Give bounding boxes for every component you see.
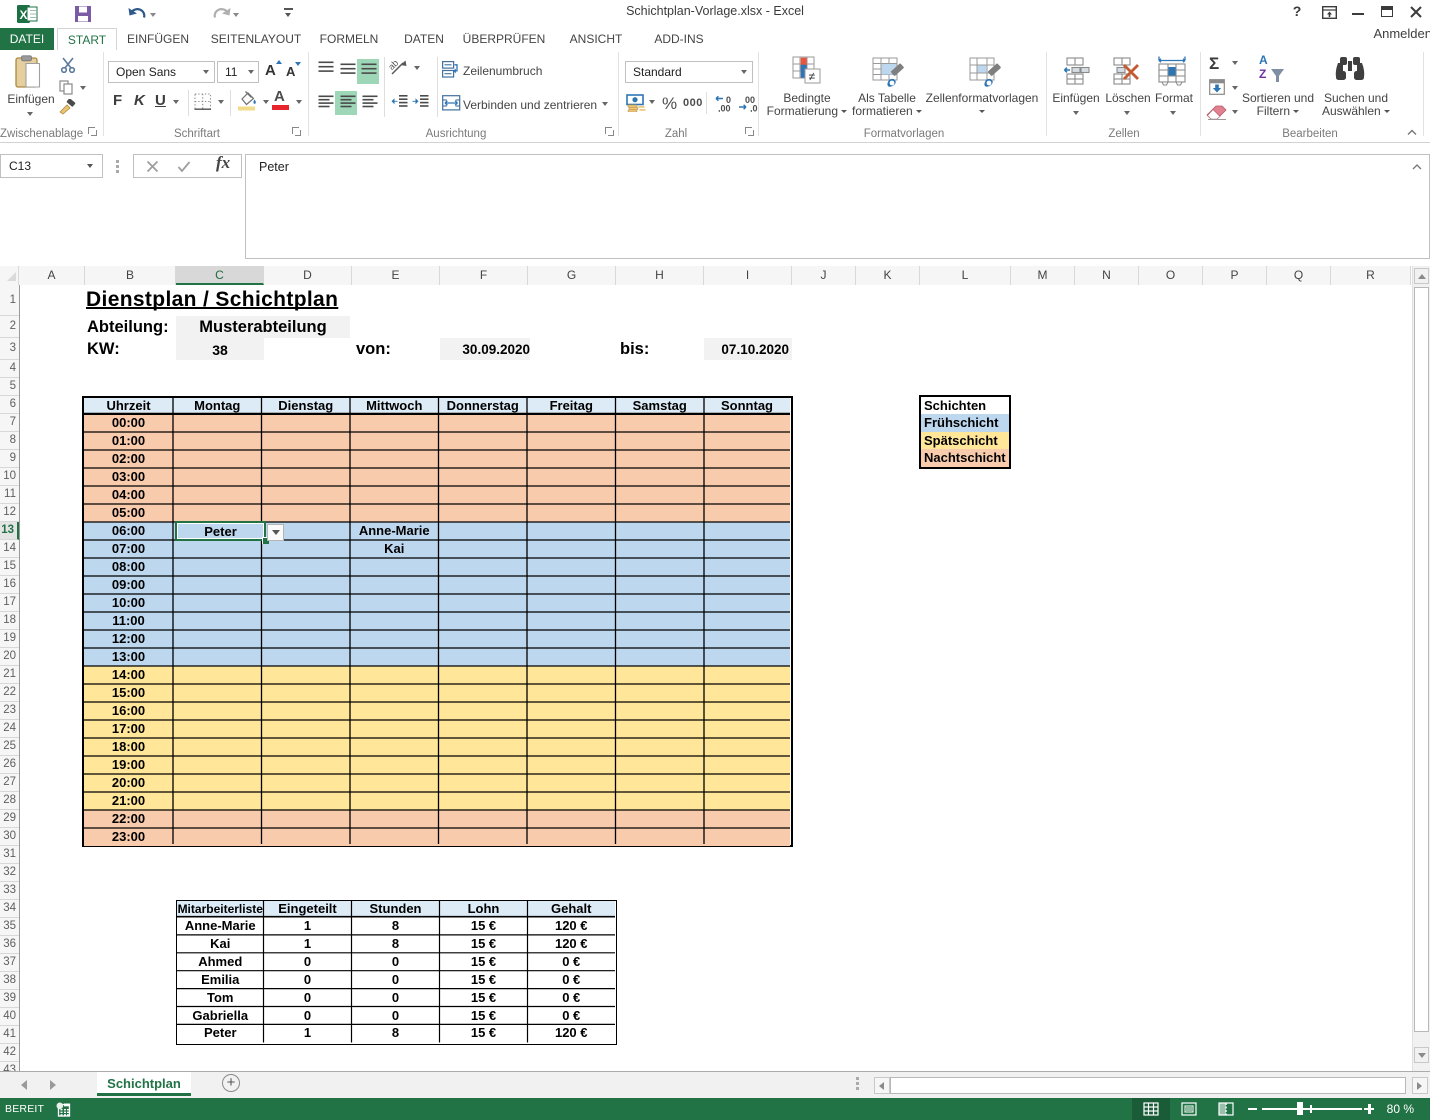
svg-text:A: A: [1259, 53, 1268, 67]
svg-text:Z: Z: [1259, 67, 1266, 81]
svg-text:,00: ,00: [718, 104, 731, 113]
svg-text:ab: ab: [388, 58, 400, 72]
svg-text:≠: ≠: [809, 70, 816, 84]
svg-text:,0: ,0: [750, 104, 758, 113]
